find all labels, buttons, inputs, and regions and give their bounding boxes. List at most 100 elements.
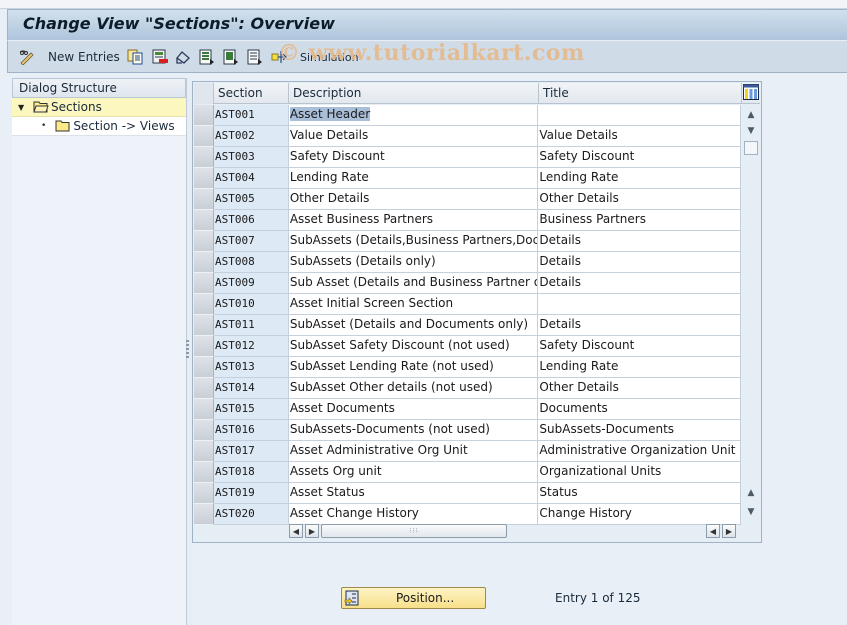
cell-description[interactable]: Asset Administrative Org Unit [288,441,539,462]
cell-description[interactable]: Asset Initial Screen Section [288,294,539,315]
scroll-right-button[interactable]: ▶ [305,524,319,538]
tree-node-section-views[interactable]: • Section -> Views [12,117,186,136]
horizontal-scrollbar-title[interactable]: ◀ ▶ [706,522,738,540]
horizontal-scrollbar-description[interactable]: ◀ ▶ ⁝⁝⁝ [289,522,507,540]
row-selector[interactable] [194,252,214,273]
row-selector[interactable] [194,504,214,525]
select-block-button[interactable] [223,47,239,67]
cell-title[interactable]: Details [538,252,742,273]
row-selector[interactable] [194,336,214,357]
table-row[interactable]: AST007 SubAssets (Details,Business Partne… [194,231,742,252]
cell-description[interactable]: Sub Asset (Details and Business Partner … [288,273,539,294]
cell-description[interactable]: Asset Documents [288,399,539,420]
cell-description[interactable]: Asset Status [288,483,539,504]
table-row[interactable]: AST008 SubAssets (Details only) Details [194,252,742,273]
cell-title[interactable]: Details [538,315,742,336]
table-row[interactable]: AST002 Value Details Value Details [194,126,742,147]
cell-title[interactable]: Lending Rate [538,168,742,189]
table-row[interactable]: AST011 SubAsset (Details and Documents on… [194,315,742,336]
cell-title[interactable]: Administrative Organization Unit [538,441,742,462]
table-row[interactable]: AST003 Safety Discount Safety Discount [194,147,742,168]
cell-description[interactable]: SubAssets (Details,Business Partners,Doc… [288,231,539,252]
scroll-right-button[interactable]: ▶ [722,524,736,538]
cell-description[interactable]: Lending Rate [288,168,539,189]
row-selector[interactable] [194,126,214,147]
table-row[interactable]: AST018 Assets Org unit Organizational Unit… [194,462,742,483]
cell-title[interactable]: Business Partners [538,210,742,231]
row-selector[interactable] [194,231,214,252]
display-change-button[interactable] [19,47,35,67]
row-selector[interactable] [194,168,214,189]
row-selector[interactable] [194,399,214,420]
bc-set-button[interactable] [271,47,287,67]
vertical-scroll-thumb[interactable] [744,141,758,155]
copy-as-button[interactable] [127,47,143,67]
undo-change-button[interactable] [175,47,191,67]
row-selector[interactable] [194,378,214,399]
cell-description[interactable]: SubAssets-Documents (not used) [288,420,539,441]
delete-button[interactable] [152,47,168,67]
select-all-button[interactable] [199,47,215,67]
column-header-description[interactable]: Description [289,83,539,104]
table-row[interactable]: AST001 Asset Header [194,105,742,126]
tree-node-sections[interactable]: ▼ Sections [12,98,186,117]
column-header-section[interactable]: Section [214,83,289,104]
table-row[interactable]: AST015 Asset Documents Documents [194,399,742,420]
cell-title[interactable]: Value Details [538,126,742,147]
cell-description[interactable]: SubAsset Other details (not used) [288,378,539,399]
expand-triangle-icon[interactable]: ▼ [18,103,28,112]
cell-description[interactable]: SubAsset Safety Discount (not used) [288,336,539,357]
table-settings-button[interactable] [742,83,760,104]
cell-title[interactable]: Organizational Units [538,462,742,483]
table-row[interactable]: AST013 SubAsset Lending Rate (not used) Le… [194,357,742,378]
table-row[interactable]: AST005 Other Details Other Details [194,189,742,210]
cell-title[interactable] [538,105,742,126]
scroll-up-bottom-button[interactable]: ▲ [743,485,759,501]
simulation-button[interactable]: Simulation [300,47,359,67]
new-entries-button[interactable]: New Entries [48,47,120,67]
row-selector[interactable] [194,273,214,294]
deselect-all-button[interactable] [247,47,263,67]
vertical-scrollbar[interactable]: ▲ ▼ ▲ ▼ [741,105,761,525]
cell-description[interactable]: Assets Org unit [288,462,539,483]
horizontal-scroll-thumb[interactable]: ⁝⁝⁝ [321,524,507,538]
cell-title[interactable]: Status [538,483,742,504]
row-selector[interactable] [194,147,214,168]
cell-title[interactable]: Details [538,273,742,294]
cell-description[interactable]: Safety Discount [288,147,539,168]
table-row[interactable]: AST010 Asset Initial Screen Section [194,294,742,315]
cell-title[interactable] [538,294,742,315]
table-row[interactable]: AST019 Asset Status Status [194,483,742,504]
row-selector[interactable] [194,483,214,504]
table-row[interactable]: AST009 Sub Asset (Details and Business Pa… [194,273,742,294]
row-selector[interactable] [194,294,214,315]
cell-title[interactable]: Safety Discount [538,336,742,357]
row-selector[interactable] [194,420,214,441]
cell-description[interactable]: Other Details [288,189,539,210]
scroll-left-button[interactable]: ◀ [289,524,303,538]
cell-description[interactable]: SubAsset Lending Rate (not used) [288,357,539,378]
row-selector[interactable] [194,357,214,378]
scroll-down-bottom-button[interactable]: ▼ [743,504,759,520]
table-row[interactable]: AST004 Lending Rate Lending Rate [194,168,742,189]
row-selector[interactable] [194,462,214,483]
cell-title[interactable]: Other Details [538,378,742,399]
cell-title[interactable]: Documents [538,399,742,420]
cell-title[interactable]: SubAssets-Documents [538,420,742,441]
scroll-left-button[interactable]: ◀ [706,524,720,538]
row-selector[interactable] [194,315,214,336]
table-row[interactable]: AST012 SubAsset Safety Discount (not used… [194,336,742,357]
row-selector[interactable] [194,441,214,462]
select-all-rows-header[interactable] [194,83,214,104]
cell-description[interactable]: Asset Header [288,105,539,126]
cell-description[interactable]: Asset Business Partners [288,210,539,231]
table-row[interactable]: AST016 SubAssets-Documents (not used) SubA… [194,420,742,441]
table-row[interactable]: AST006 Asset Business Partners Business Pa… [194,210,742,231]
cell-title[interactable]: Safety Discount [538,147,742,168]
cell-title[interactable]: Other Details [538,189,742,210]
position-button[interactable]: Position... [341,587,486,609]
scroll-down-button[interactable]: ▼ [743,123,759,139]
row-selector[interactable] [194,189,214,210]
scroll-up-button[interactable]: ▲ [743,107,759,123]
cell-description[interactable]: SubAsset (Details and Documents only) [288,315,539,336]
